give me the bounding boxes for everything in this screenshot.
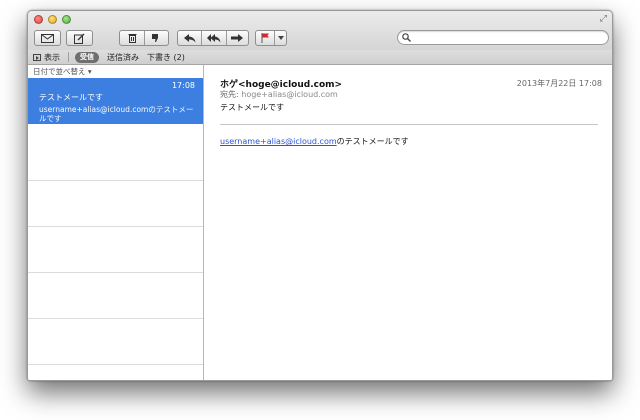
drafts-label: 下書き (2)	[147, 52, 185, 62]
sidebar-toggle-icon	[33, 53, 41, 61]
body-text: のテストメールです	[336, 137, 409, 146]
compose-button[interactable]	[66, 30, 93, 46]
delete-button[interactable]	[120, 31, 144, 45]
list-item[interactable]: 17:08 テストメールです username+alias@icloud.com…	[28, 78, 203, 124]
fullscreen-icon[interactable]: ⤢	[600, 15, 607, 24]
inbox-label: 受信	[75, 51, 99, 63]
chevron-down-icon	[277, 36, 284, 40]
forward-button[interactable]	[227, 31, 248, 45]
sent-label: 送信済み	[107, 52, 139, 62]
mail-window: ⤢ 表示 受信 送信済み 下書き (2) 日付で並べ替え ▾ 17:08 テスト…	[27, 10, 613, 381]
show-label: 表示	[44, 52, 60, 62]
favorite-sent[interactable]: 送信済み	[107, 52, 139, 63]
desktop: ⤢ 表示 受信 送信済み 下書き (2) 日付で並べ替え ▾ 17:08 テスト…	[0, 0, 640, 420]
empty-list-row	[28, 181, 203, 227]
trash-icon	[128, 34, 136, 43]
sort-label: 日付で並べ替え ▾	[33, 67, 92, 76]
message-time: 17:08	[171, 81, 195, 90]
favorite-drafts[interactable]: 下書き (2)	[147, 52, 185, 63]
message-list: 日付で並べ替え ▾ 17:08 テストメールです username+alias@…	[28, 65, 204, 380]
flag-group	[255, 30, 287, 46]
flag-button[interactable]	[256, 31, 274, 45]
header-divider	[220, 124, 598, 125]
message-subject: テストメールです	[39, 93, 103, 102]
envelope-icon	[41, 33, 54, 43]
search-input[interactable]	[414, 31, 604, 44]
message-body: username+alias@icloud.comのテストメールです	[220, 136, 409, 147]
empty-list-row	[28, 273, 203, 319]
favorites-bar: 表示 受信 送信済み 下書き (2)	[28, 50, 612, 65]
close-window-button[interactable]	[34, 15, 43, 24]
minimize-window-button[interactable]	[48, 15, 57, 24]
junk-button[interactable]	[145, 31, 168, 45]
message-preview: username+alias@icloud.comのテストメールです	[39, 105, 194, 123]
delete-junk-group	[119, 30, 169, 46]
get-mail-button[interactable]	[34, 30, 61, 46]
zoom-window-button[interactable]	[62, 15, 71, 24]
message-viewer: ホゲ<hoge@icloud.com> 2013年7月22日 17:08 宛先:…	[204, 65, 612, 380]
recipient[interactable]: hoge+alias@icloud.com	[241, 90, 338, 99]
reply-icon	[183, 33, 196, 42]
reply-all-button[interactable]	[202, 31, 225, 45]
favorites-divider	[68, 52, 69, 62]
message-subject-header: テストメールです	[220, 103, 284, 112]
sort-menu[interactable]: 日付で並べ替え ▾	[28, 65, 203, 78]
recipient-line: 宛先: hoge+alias@icloud.com	[220, 89, 338, 100]
reply-forward-group	[177, 30, 249, 46]
forward-icon	[231, 33, 244, 42]
window-controls	[34, 15, 71, 24]
compose-icon	[74, 33, 85, 44]
favorite-inbox[interactable]: 受信	[75, 51, 99, 63]
thumbs-down-icon	[152, 34, 159, 42]
empty-list-row	[28, 319, 203, 365]
flag-menu-button[interactable]	[275, 31, 286, 45]
search-field[interactable]	[397, 30, 609, 45]
message-date: 2013年7月22日 17:08	[516, 79, 602, 88]
search-icon	[402, 33, 411, 42]
show-mailboxes-button[interactable]: 表示	[33, 52, 60, 63]
email-link[interactable]: username+alias@icloud.com	[220, 137, 337, 146]
empty-list-row	[28, 227, 203, 273]
reply-button[interactable]	[178, 31, 201, 45]
reply-all-icon	[206, 33, 221, 42]
flag-icon	[261, 33, 269, 43]
to-label: 宛先:	[220, 90, 239, 99]
empty-list-row	[28, 124, 203, 181]
